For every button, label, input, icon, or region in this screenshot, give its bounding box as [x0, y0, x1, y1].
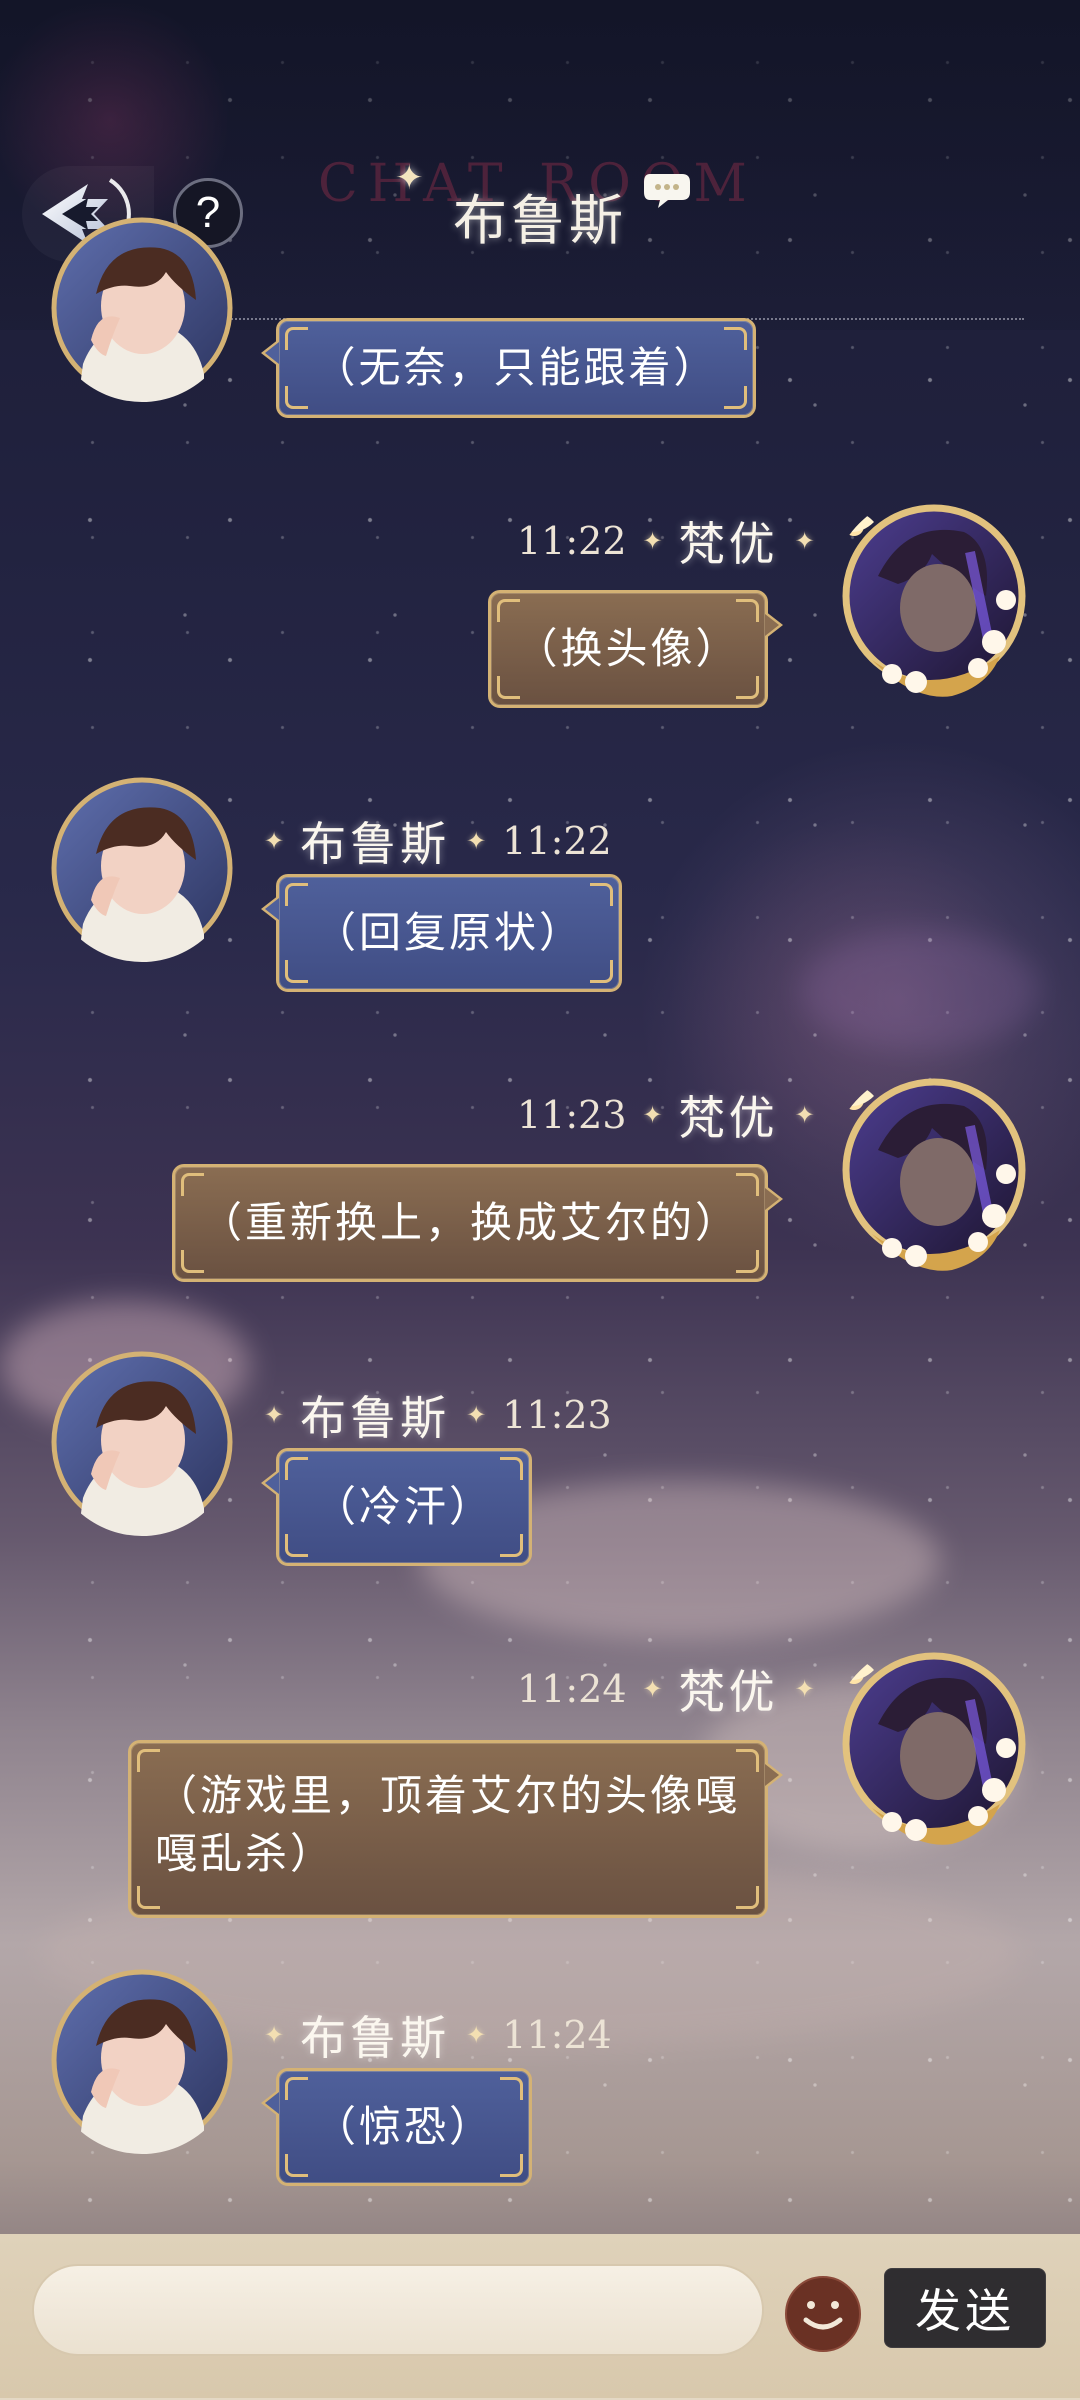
bubble-corner — [285, 327, 308, 350]
diamond-separator-icon: ✦ — [794, 1101, 815, 1129]
message-sender: 布鲁斯 — [300, 817, 451, 871]
chat-thread: （无奈，只能跟着） 11:22 ✦ 梵优 ✦ （换头像） ✦ 布鲁斯 ✦ 11:… — [0, 0, 1080, 2400]
bubble-corner — [736, 1173, 759, 1196]
message-time: 11:24 — [517, 1667, 627, 1711]
avatar-image — [842, 504, 1026, 697]
diamond-separator-icon: ✦ — [794, 527, 815, 555]
avatar-fanyou[interactable] — [828, 1066, 1042, 1280]
bubble-corner — [497, 676, 520, 699]
message-bubble: （惊恐） — [261, 2068, 532, 2186]
message-bubble: （换头像） — [488, 590, 783, 708]
bubble-corner — [285, 883, 308, 906]
avatar-image — [842, 1652, 1026, 1845]
emoji-icon — [785, 2276, 861, 2352]
diamond-separator-icon: ✦ — [794, 1675, 815, 1703]
message-bubble: （游戏里，顶着艾尔的头像嘎嘎乱杀） — [128, 1740, 783, 1918]
message-text: （重新换上，换成艾尔的） — [199, 1198, 740, 1247]
avatar-bruce[interactable] — [48, 1348, 236, 1536]
bubble-corner — [500, 1457, 523, 1480]
diamond-separator-icon: ✦ — [466, 827, 487, 855]
message-meta-right: 11:24 ✦ 梵优 ✦ — [517, 1656, 815, 1722]
bubble-corner — [590, 883, 613, 906]
bubble-corner — [285, 2154, 308, 2177]
message-time: 11:24 — [502, 2013, 612, 2057]
diamond-separator-icon: ✦ — [466, 2021, 487, 2049]
bubble-corner — [724, 327, 747, 350]
bubble-corner — [500, 1534, 523, 1557]
avatar-bruce[interactable] — [48, 1966, 236, 2154]
diamond-separator-icon: ✦ — [264, 2021, 285, 2049]
message-bubble: （冷汗） — [261, 1448, 532, 1566]
message-meta-left: ✦ 布鲁斯 ✦ 11:24 — [264, 2002, 612, 2068]
message-text: （换头像） — [515, 624, 741, 673]
send-button[interactable]: 发送 — [884, 2268, 1046, 2348]
bubble-corner — [181, 1250, 204, 1273]
diamond-separator-icon: ✦ — [264, 1401, 285, 1429]
bubble-corner — [497, 599, 520, 622]
avatar-bruce[interactable] — [48, 214, 236, 402]
message-sender: 布鲁斯 — [300, 2011, 451, 2065]
message-time: 11:23 — [517, 1093, 627, 1137]
message-time: 11:22 — [502, 819, 612, 863]
bubble-corner — [736, 599, 759, 622]
avatar-bruce[interactable] — [48, 774, 236, 962]
bubble-corner — [736, 1749, 759, 1772]
bubble-corner — [736, 676, 759, 699]
bubble-corner — [285, 1457, 308, 1480]
bubble-corner — [285, 386, 308, 409]
message-bubble: （无奈，只能跟着） — [261, 318, 756, 418]
diamond-separator-icon: ✦ — [642, 1101, 663, 1129]
bubble-corner — [500, 2154, 523, 2177]
message-sender: 梵优 — [678, 1091, 779, 1145]
message-text: （惊恐） — [313, 2102, 494, 2151]
message-sender: 梵优 — [678, 517, 779, 571]
message-time: 11:22 — [517, 519, 627, 563]
message-meta-right: 11:23 ✦ 梵优 ✦ — [517, 1082, 815, 1148]
chat-screen: ? CHAT ROOM ✦ 布鲁斯 （无奈，只能跟着） 11:22 ✦ 梵优 ✦… — [0, 0, 1080, 2400]
bubble-corner — [736, 1250, 759, 1273]
bubble-corner — [500, 2077, 523, 2100]
avatar-image — [51, 1351, 233, 1536]
bubble-corner — [736, 1886, 759, 1909]
message-text: （游戏里，顶着艾尔的头像嘎嘎乱杀） — [155, 1771, 741, 1878]
avatar-image — [842, 1078, 1026, 1271]
diamond-separator-icon: ✦ — [642, 527, 663, 555]
message-text: （冷汗） — [313, 1482, 494, 1531]
message-bubble: （重新换上，换成艾尔的） — [172, 1164, 783, 1282]
message-meta-right: 11:22 ✦ 梵优 ✦ — [517, 508, 815, 574]
message-meta-left: ✦ 布鲁斯 ✦ 11:22 — [264, 808, 612, 874]
diamond-separator-icon: ✦ — [642, 1675, 663, 1703]
message-sender: 布鲁斯 — [300, 1391, 451, 1445]
message-time: 11:23 — [502, 1393, 612, 1437]
message-sender: 梵优 — [678, 1665, 779, 1719]
bubble-corner — [285, 1534, 308, 1557]
message-composer: 发送 — [0, 2234, 1080, 2400]
message-text: （回复原状） — [313, 908, 584, 957]
bubble-corner — [181, 1173, 204, 1196]
message-bubble: （回复原状） — [261, 874, 622, 992]
avatar-fanyou[interactable] — [828, 492, 1042, 706]
bubble-corner — [137, 1886, 160, 1909]
avatar-image — [51, 1969, 233, 2154]
diamond-separator-icon: ✦ — [466, 1401, 487, 1429]
message-input[interactable] — [32, 2264, 764, 2356]
avatar-image — [51, 217, 233, 402]
message-meta-left: ✦ 布鲁斯 ✦ 11:23 — [264, 1382, 612, 1448]
bubble-corner — [137, 1749, 160, 1772]
avatar-image — [51, 777, 233, 962]
message-text: （无奈，只能跟着） — [313, 343, 719, 392]
diamond-separator-icon: ✦ — [264, 827, 285, 855]
emoji-button[interactable] — [783, 2274, 863, 2354]
bubble-corner — [285, 960, 308, 983]
avatar-fanyou[interactable] — [828, 1640, 1042, 1854]
bubble-corner — [724, 386, 747, 409]
bubble-corner — [285, 2077, 308, 2100]
bubble-corner — [590, 960, 613, 983]
